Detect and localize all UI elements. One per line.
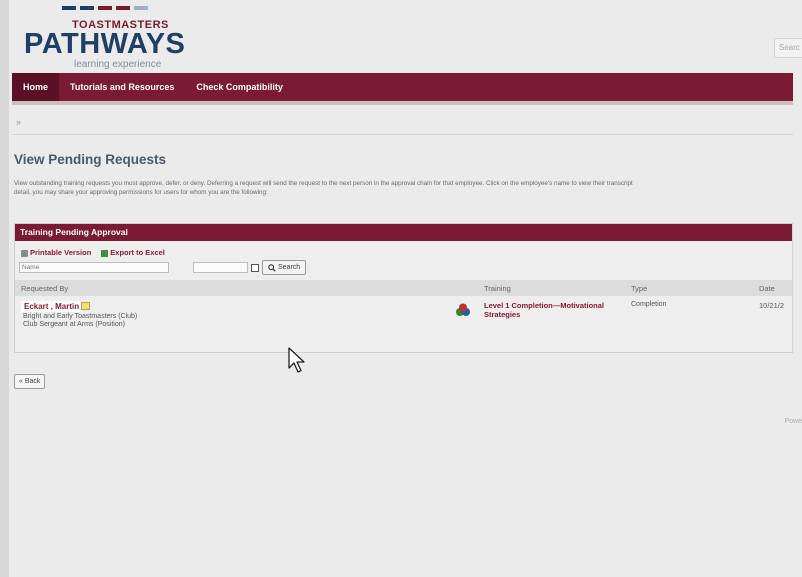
footer-text: Powe bbox=[784, 418, 802, 425]
requester-club: Bright and Early Toastmasters (Club) bbox=[23, 313, 138, 320]
col-training[interactable]: Training bbox=[484, 284, 511, 293]
page-description: View outstanding training requests you m… bbox=[14, 180, 793, 197]
training-type: Completion bbox=[631, 301, 667, 308]
table-row: Eckart , Martin Bright and Early Toastma… bbox=[15, 297, 792, 342]
description-line-1: View outstanding training requests you m… bbox=[14, 180, 633, 187]
logo-name: PATHWAYS bbox=[24, 28, 186, 60]
pathways-logo[interactable]: TOASTMASTERS PATHWAYS learning experienc… bbox=[18, 4, 198, 70]
panel-title: Training Pending Approval bbox=[15, 224, 792, 241]
main-nav: Home Tutorials and Resources Check Compa… bbox=[12, 73, 793, 101]
excel-icon bbox=[101, 249, 109, 257]
col-requested-by[interactable]: Requested By bbox=[21, 284, 68, 293]
date-filter-input[interactable] bbox=[193, 262, 248, 273]
training-name-link[interactable]: Level 1 Completion—Motivational Strategi… bbox=[484, 301, 604, 319]
nav-check-compatibility[interactable]: Check Compatibility bbox=[185, 73, 294, 101]
name-filter-input[interactable] bbox=[19, 262, 169, 273]
search-button[interactable]: Search bbox=[262, 260, 307, 275]
table-header: Requested By Training Type Date bbox=[15, 280, 792, 296]
col-type[interactable]: Type bbox=[631, 284, 647, 293]
header-search-input[interactable]: Searc bbox=[774, 38, 802, 58]
col-date[interactable]: Date bbox=[759, 284, 775, 293]
request-date: 10/21/2 bbox=[759, 301, 785, 310]
training-line-2: Strategies bbox=[484, 310, 521, 319]
training-icon bbox=[456, 303, 470, 316]
pending-approval-panel: Training Pending Approval Printable Vers… bbox=[14, 223, 793, 353]
nav-tutorials[interactable]: Tutorials and Resources bbox=[59, 73, 185, 101]
requester-name-link[interactable]: Eckart , Martin bbox=[21, 301, 83, 312]
description-line-2: detail, you may share your approving per… bbox=[14, 188, 268, 196]
left-edge bbox=[0, 0, 9, 577]
printable-label: Printable Version bbox=[30, 248, 92, 257]
logo-tagline: learning experience bbox=[74, 59, 162, 70]
note-icon[interactable] bbox=[81, 302, 90, 310]
training-line-1: Level 1 Completion—Motivational bbox=[484, 301, 605, 310]
page-title: View Pending Requests bbox=[14, 152, 167, 167]
divider bbox=[12, 134, 793, 135]
mouse-cursor-icon bbox=[288, 347, 305, 373]
printable-version-link[interactable]: Printable Version bbox=[21, 248, 91, 257]
back-button[interactable]: « Back bbox=[14, 374, 46, 389]
breadcrumb[interactable]: » bbox=[16, 117, 21, 127]
filter-row: Search bbox=[19, 260, 307, 275]
calendar-icon[interactable] bbox=[251, 263, 259, 272]
export-excel-link[interactable]: Export to Excel bbox=[101, 248, 165, 257]
export-label: Export to Excel bbox=[110, 248, 165, 257]
magnifier-icon bbox=[268, 263, 276, 272]
nav-underline bbox=[12, 101, 793, 105]
logo-bars bbox=[62, 6, 148, 10]
nav-home[interactable]: Home bbox=[12, 73, 60, 101]
search-button-label: Search bbox=[278, 264, 301, 271]
requester-position: Club Sergeant at Arms (Position) bbox=[23, 321, 125, 328]
printer-icon bbox=[21, 249, 28, 257]
panel-toolbar: Printable Version Export to Excel bbox=[21, 248, 165, 257]
